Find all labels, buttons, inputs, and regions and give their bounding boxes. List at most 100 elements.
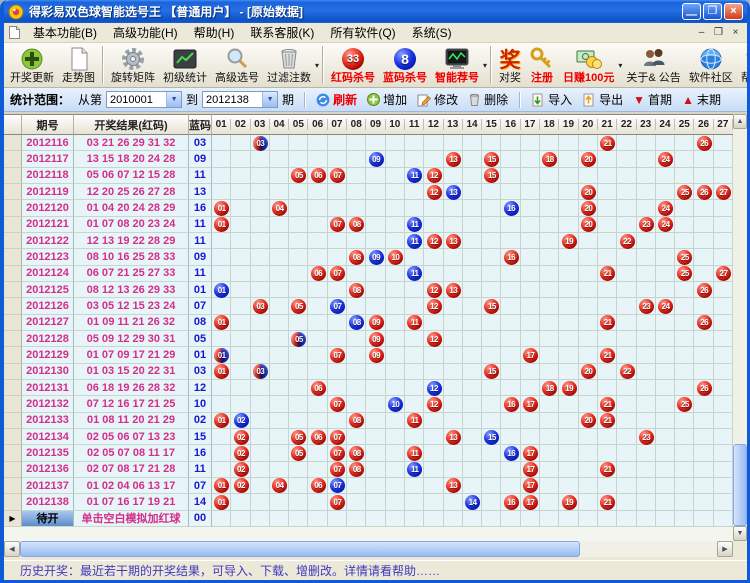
grid-cell[interactable] (656, 511, 675, 527)
grid-cell[interactable] (598, 200, 617, 216)
grid-cell[interactable] (521, 282, 540, 298)
grid-cell[interactable] (579, 494, 598, 510)
grid-cell[interactable] (308, 511, 327, 527)
mdi-close-button[interactable]: × (728, 27, 743, 38)
grid-cell[interactable] (231, 200, 250, 216)
grid-cell[interactable] (714, 282, 733, 298)
grid-cell[interactable] (501, 413, 520, 429)
grid-cell[interactable] (212, 380, 231, 396)
grid-cell[interactable] (714, 135, 733, 151)
grid-cell[interactable] (714, 347, 733, 363)
grid-cell[interactable] (694, 347, 713, 363)
grid-cell[interactable] (270, 445, 289, 461)
grid-cell[interactable] (598, 364, 617, 380)
grid-cell[interactable] (579, 298, 598, 314)
grid-cell[interactable] (463, 380, 482, 396)
grid-cell[interactable] (289, 413, 308, 429)
grid-cell[interactable] (444, 511, 463, 527)
grid-cell[interactable] (405, 282, 424, 298)
action-delete[interactable]: 删除 (468, 91, 508, 108)
grid-cell[interactable] (386, 200, 405, 216)
grid-cell[interactable] (231, 168, 250, 184)
grid-cell[interactable] (675, 511, 694, 527)
grid-cell[interactable] (675, 347, 694, 363)
grid-cell[interactable] (637, 184, 656, 200)
grid-cell[interactable] (482, 478, 501, 494)
grid-cell[interactable] (559, 200, 578, 216)
grid-cell[interactable] (579, 396, 598, 412)
grid-cell[interactable] (617, 151, 636, 167)
grid-cell[interactable] (675, 217, 694, 233)
grid-cell[interactable] (714, 168, 733, 184)
grid-cell[interactable] (501, 429, 520, 445)
grid-cell[interactable] (347, 233, 366, 249)
grid-cell[interactable] (270, 462, 289, 478)
grid-cell[interactable] (251, 478, 270, 494)
grid-cell[interactable] (328, 200, 347, 216)
grid-cell[interactable] (231, 347, 250, 363)
grid-cell[interactable] (347, 364, 366, 380)
grid-cell[interactable] (366, 200, 385, 216)
grid-cell[interactable] (617, 217, 636, 233)
grid-cell[interactable] (714, 233, 733, 249)
grid-cell[interactable] (386, 364, 405, 380)
grid-cell[interactable] (424, 494, 443, 510)
grid-cell[interactable] (694, 429, 713, 445)
grid-cell[interactable] (617, 429, 636, 445)
grid-cell[interactable] (540, 494, 559, 510)
grid-cell[interactable] (444, 331, 463, 347)
grid-cell[interactable] (405, 200, 424, 216)
maximize-button[interactable]: ❐ (703, 3, 722, 20)
grid-cell[interactable] (328, 233, 347, 249)
grid-cell[interactable] (212, 298, 231, 314)
grid-cell[interactable] (212, 168, 231, 184)
grid-cell[interactable] (617, 445, 636, 461)
grid-cell[interactable] (444, 135, 463, 151)
grid-cell[interactable] (656, 135, 675, 151)
grid-cell[interactable] (521, 151, 540, 167)
grid-cell[interactable] (424, 151, 443, 167)
grid-cell[interactable] (482, 331, 501, 347)
scroll-up-button[interactable]: ▲ (733, 114, 747, 129)
grid-cell[interactable] (598, 282, 617, 298)
grid-cell[interactable] (540, 200, 559, 216)
grid-cell[interactable] (559, 396, 578, 412)
grid-cell[interactable] (656, 445, 675, 461)
grid-cell[interactable] (617, 200, 636, 216)
grid-cell[interactable] (270, 135, 289, 151)
grid-cell[interactable] (289, 249, 308, 265)
grid-cell[interactable] (463, 266, 482, 282)
to-period-combo[interactable]: 2012138 ▼ (202, 91, 278, 108)
grid-cell[interactable] (251, 511, 270, 527)
grid-cell[interactable] (540, 298, 559, 314)
grid-cell[interactable] (289, 151, 308, 167)
grid-cell[interactable] (617, 478, 636, 494)
grid-cell[interactable] (559, 282, 578, 298)
grid-cell[interactable] (366, 413, 385, 429)
grid-cell[interactable] (617, 494, 636, 510)
grid-cell[interactable] (386, 151, 405, 167)
grid-cell[interactable] (694, 266, 713, 282)
grid-cell[interactable] (694, 298, 713, 314)
grid-cell[interactable] (521, 217, 540, 233)
grid-cell[interactable] (521, 511, 540, 527)
grid-cell[interactable] (694, 151, 713, 167)
grid-cell[interactable] (424, 217, 443, 233)
grid-cell[interactable] (444, 364, 463, 380)
grid-cell[interactable] (540, 266, 559, 282)
grid-cell[interactable] (366, 298, 385, 314)
grid-cell[interactable] (501, 217, 520, 233)
grid-cell[interactable] (444, 462, 463, 478)
grid-cell[interactable] (617, 282, 636, 298)
grid-cell[interactable] (617, 168, 636, 184)
grid-cell[interactable] (482, 445, 501, 461)
toolbar-button-update[interactable]: 开奖更新 (6, 44, 58, 86)
grid-cell[interactable] (521, 413, 540, 429)
close-button[interactable]: × (724, 3, 743, 20)
grid-cell[interactable] (424, 511, 443, 527)
scroll-right-button[interactable]: ▶ (717, 541, 733, 557)
grid-cell[interactable] (579, 478, 598, 494)
grid-cell[interactable] (405, 364, 424, 380)
grid-cell[interactable] (328, 380, 347, 396)
grid-cell[interactable] (714, 380, 733, 396)
